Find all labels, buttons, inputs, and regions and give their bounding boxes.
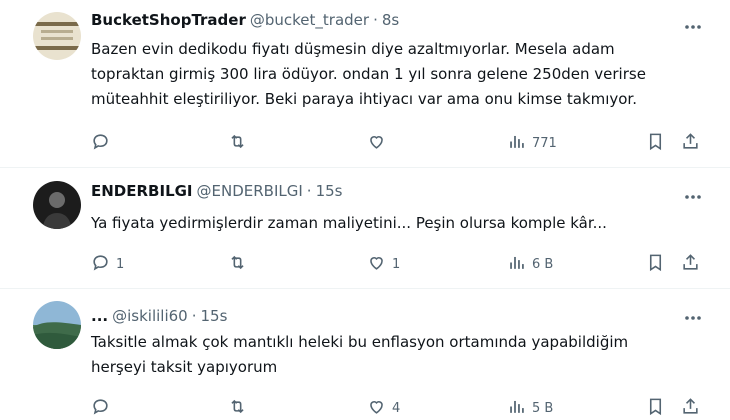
views-count: 6 B bbox=[532, 257, 554, 272]
retweet-icon bbox=[228, 253, 247, 276]
separator: · bbox=[306, 182, 312, 200]
more-icon[interactable] bbox=[683, 17, 703, 37]
timestamp[interactable]: 15s bbox=[316, 182, 343, 200]
like-count: 1 bbox=[392, 257, 401, 272]
views-button[interactable]: 6 B bbox=[507, 253, 553, 276]
views-count: 5 B bbox=[532, 401, 554, 416]
author-handle[interactable]: @iskilili60 bbox=[112, 307, 188, 325]
retweet-icon bbox=[228, 397, 247, 420]
reply-count: 1 bbox=[116, 257, 125, 272]
author-name[interactable]: ... bbox=[91, 307, 108, 325]
reply-button[interactable]: 1 bbox=[91, 253, 124, 276]
views-button[interactable]: 5 B bbox=[507, 397, 553, 420]
reply-button[interactable] bbox=[91, 397, 116, 420]
like-icon bbox=[367, 397, 386, 420]
avatar[interactable] bbox=[33, 181, 81, 229]
reply-icon bbox=[91, 253, 110, 276]
more-icon[interactable] bbox=[683, 308, 703, 328]
author-handle[interactable]: @bucket_trader bbox=[250, 11, 369, 29]
separator: · bbox=[373, 11, 378, 29]
author-name[interactable]: ENDERBILGI bbox=[91, 182, 193, 200]
more-icon[interactable] bbox=[683, 187, 703, 207]
bookmark-button[interactable] bbox=[646, 253, 665, 276]
bookmark-icon bbox=[646, 253, 665, 276]
views-count: 771 bbox=[532, 136, 557, 151]
tweet-text: Bazen evin dedikodu fiyatı düşmesin diye… bbox=[91, 40, 646, 108]
timestamp[interactable]: 8s bbox=[382, 11, 399, 29]
tweet-text: Ya fiyata yedirmişlerdir zaman maliyetin… bbox=[91, 214, 607, 232]
separator: · bbox=[191, 307, 197, 325]
views-icon bbox=[507, 397, 526, 420]
reply-icon bbox=[91, 132, 110, 155]
reply-icon bbox=[91, 397, 110, 420]
views-icon bbox=[507, 132, 526, 155]
like-button[interactable]: 1 bbox=[367, 253, 400, 276]
timestamp[interactable]: 15s bbox=[200, 307, 227, 325]
tweet-text: Taksitle almak çok mantıklı heleki bu en… bbox=[91, 333, 629, 376]
author-handle[interactable]: @ENDERBILGI bbox=[197, 182, 303, 200]
share-button[interactable] bbox=[681, 132, 700, 155]
retweet-button[interactable] bbox=[228, 253, 253, 276]
share-icon bbox=[681, 132, 700, 155]
retweet-button[interactable] bbox=[228, 397, 253, 420]
like-count: 4 bbox=[392, 401, 401, 416]
share-button[interactable] bbox=[681, 253, 700, 276]
bookmark-button[interactable] bbox=[646, 132, 665, 155]
like-icon bbox=[367, 253, 386, 276]
author-name[interactable]: BucketShopTrader bbox=[91, 11, 246, 29]
share-icon bbox=[681, 253, 700, 276]
bookmark-icon bbox=[646, 397, 665, 420]
views-button[interactable]: 771 bbox=[507, 132, 557, 155]
tweet-divider bbox=[0, 288, 730, 289]
retweet-button[interactable] bbox=[228, 132, 253, 155]
like-button[interactable] bbox=[367, 132, 392, 155]
views-icon bbox=[507, 253, 526, 276]
tweet-divider bbox=[0, 167, 730, 168]
share-icon bbox=[681, 397, 700, 420]
retweet-icon bbox=[228, 132, 247, 155]
avatar[interactable] bbox=[33, 301, 81, 349]
reply-button[interactable] bbox=[91, 132, 116, 155]
like-icon bbox=[367, 132, 386, 155]
bookmark-icon bbox=[646, 132, 665, 155]
share-button[interactable] bbox=[681, 397, 700, 420]
like-button[interactable]: 4 bbox=[367, 397, 400, 420]
bookmark-button[interactable] bbox=[646, 397, 665, 420]
avatar[interactable] bbox=[33, 12, 81, 60]
